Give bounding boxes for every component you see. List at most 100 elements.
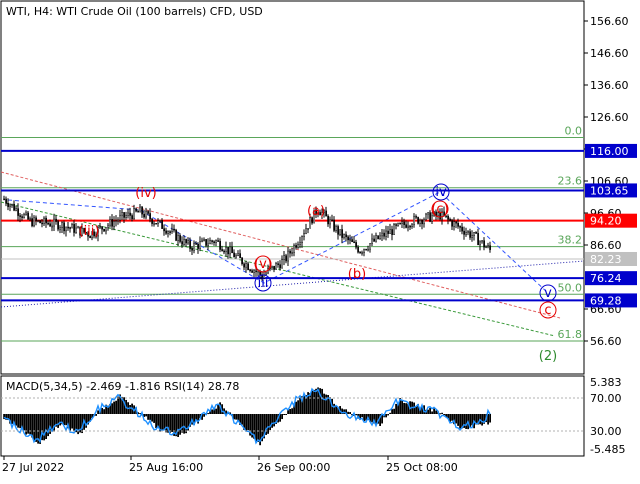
candle-body <box>27 212 29 220</box>
candle-body <box>133 208 135 220</box>
candle-body <box>111 219 113 227</box>
macd-bar <box>395 403 397 414</box>
candle-body <box>17 208 19 216</box>
candle-body <box>127 212 129 216</box>
candle-body <box>9 204 11 207</box>
candle-body <box>291 252 293 254</box>
fib-label: 38.2 <box>558 234 583 247</box>
candle-body <box>245 263 247 268</box>
candle-body <box>379 235 381 240</box>
candle-body <box>211 240 213 242</box>
macd-bar <box>433 408 435 414</box>
time-axis[interactable]: 27 Jul 2022 25 Aug 16:00 26 Sep 00:00 25… <box>2 456 458 474</box>
candle-body <box>393 224 395 235</box>
macd-bar <box>413 402 415 414</box>
candle-body <box>213 241 215 243</box>
macd-bar <box>183 414 185 434</box>
candle-body <box>279 264 281 269</box>
candle-body <box>205 239 207 246</box>
candle-body <box>19 215 21 217</box>
candle-body <box>229 246 231 255</box>
candle-body <box>61 222 63 228</box>
candle-body <box>115 220 117 222</box>
wave-label: c <box>544 303 551 318</box>
macd-bar <box>489 414 491 423</box>
candle-body <box>285 255 287 262</box>
wave-label: (a) <box>307 204 325 219</box>
macd-bar <box>303 396 305 414</box>
macd-bar <box>115 400 117 414</box>
wave-label: (v) <box>254 257 272 272</box>
macd-bar <box>457 414 459 426</box>
macd-bar <box>321 388 323 414</box>
candle-body <box>239 253 241 259</box>
macd-bar <box>273 414 275 427</box>
macd-bar <box>415 406 417 414</box>
candle-body <box>145 211 147 218</box>
macd-bar <box>211 409 213 414</box>
candle-body <box>101 226 103 230</box>
candle-body <box>109 219 111 226</box>
candle-body <box>99 226 101 228</box>
macd-bar <box>145 414 147 417</box>
candle-body <box>479 241 481 246</box>
macd-bar <box>33 414 35 441</box>
macd-bar <box>355 414 357 416</box>
candle-body <box>301 236 303 243</box>
candle-body <box>367 248 369 251</box>
candle-body <box>407 225 409 228</box>
time-label: 26 Sep 00:00 <box>257 461 330 474</box>
candle-body <box>333 219 335 231</box>
indicator-tick: -5.485 <box>590 443 625 456</box>
candle-body <box>131 215 133 220</box>
candle-body <box>289 250 291 254</box>
wave-label: (iii) <box>79 224 100 239</box>
candle-body <box>281 259 283 269</box>
candle-body <box>469 231 471 238</box>
candle-body <box>199 241 201 249</box>
time-label: 27 Jul 2022 <box>2 461 64 474</box>
candle-body <box>361 251 363 254</box>
wave-label: iii <box>258 276 269 291</box>
candle-body <box>455 221 457 224</box>
candle-body <box>209 240 211 245</box>
trading-chart-window: WTI, H4: WTI Crude Oil (100 barrels) CFD… <box>0 0 640 480</box>
macd-bar <box>459 414 461 429</box>
candle-body <box>381 232 383 237</box>
time-label: 25 Aug 16:00 <box>129 461 203 474</box>
price-chart[interactable]: WTI, H4: WTI Crude Oil (100 barrels) CFD… <box>0 0 640 480</box>
candle-body <box>353 241 355 244</box>
macd-bar <box>465 414 467 429</box>
candle-body <box>183 239 185 245</box>
macd-bar <box>161 414 163 431</box>
candle-body <box>399 222 401 225</box>
candle-body <box>265 272 267 275</box>
candle-body <box>197 244 199 249</box>
candle-body <box>71 224 73 229</box>
candle-body <box>73 224 75 233</box>
candle-body <box>149 213 151 220</box>
candle-body <box>11 203 13 206</box>
candle-body <box>413 216 415 226</box>
macd-bar <box>147 414 149 420</box>
candle-body <box>7 203 9 207</box>
macd-bar <box>315 388 317 414</box>
macd-bar <box>387 414 389 416</box>
candle-body <box>179 235 181 242</box>
macd-bar <box>171 414 173 432</box>
candle-body <box>25 212 27 215</box>
macd-bar <box>429 407 431 414</box>
macd-bar <box>111 403 113 414</box>
macd-bar <box>451 414 453 421</box>
macd-bar <box>481 414 483 426</box>
candle-body <box>105 227 107 232</box>
candle-body <box>363 248 365 253</box>
candle-body <box>53 218 55 227</box>
macd-bar <box>371 414 373 423</box>
candle-body <box>163 228 165 232</box>
macd-bar <box>217 404 219 414</box>
candle-body <box>119 214 121 221</box>
wave-label: (iv) <box>135 186 156 201</box>
candle-body <box>247 263 249 270</box>
candle-body <box>297 244 299 248</box>
